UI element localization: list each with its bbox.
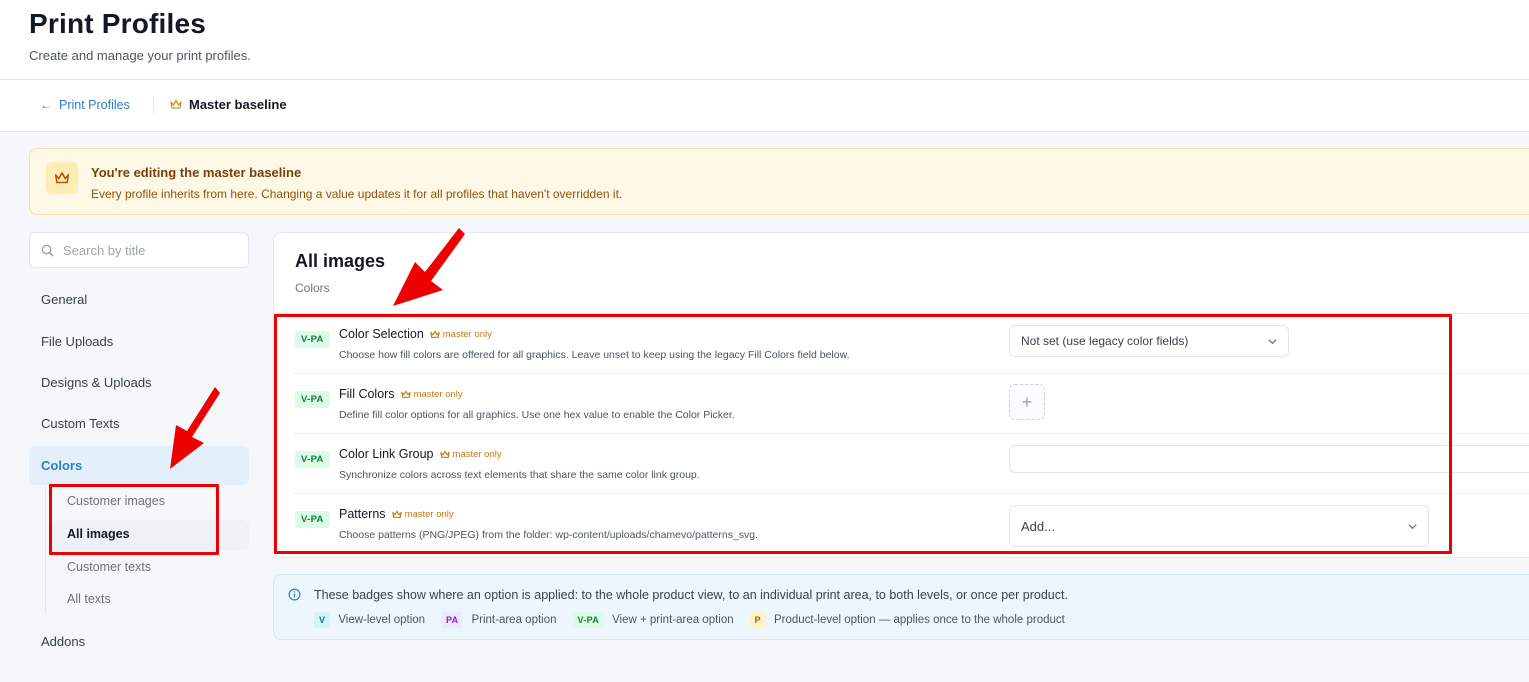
breadcrumb: ← Print Profiles Master baseline — [0, 80, 1529, 132]
crown-icon — [46, 162, 78, 194]
setting-title-text: Color Link Group — [339, 447, 434, 461]
master-baseline-banner: You're editing the master baseline Every… — [29, 148, 1529, 215]
back-link-label: Print Profiles — [59, 98, 130, 112]
info-icon — [288, 588, 301, 601]
multiselect-placeholder: Add... — [1021, 518, 1055, 534]
master-only-label: master only — [452, 448, 502, 460]
setting-title: Patterns master only — [339, 507, 454, 521]
sidebar-item-custom-texts[interactable]: Custom Texts — [41, 416, 120, 431]
dropdown-value: Not set (use legacy color fields) — [1021, 334, 1189, 348]
breadcrumb-divider — [153, 97, 154, 115]
setting-description: Choose patterns (PNG/JPEG) from the fold… — [339, 529, 759, 541]
info-text: These badges show where an option is app… — [314, 588, 1068, 602]
legend-badge-vpa: V-PA — [572, 612, 605, 628]
sidebar-item-file-uploads[interactable]: File Uploads — [41, 334, 113, 349]
setting-title: Color Selection master only — [339, 327, 492, 341]
setting-row-fill-colors: V-PA Fill Colors master only Define fill… — [274, 374, 1529, 434]
panel-subtitle: Colors — [295, 281, 330, 295]
setting-title-text: Fill Colors — [339, 387, 395, 401]
master-only-tag: master only — [430, 329, 492, 340]
legend-badge-v: V — [314, 612, 331, 628]
settings-panel: All images Colors V-PA Color Selection m… — [273, 232, 1529, 558]
subnav-item-all-texts[interactable]: All texts — [67, 592, 111, 606]
banner-title: You're editing the master baseline — [91, 165, 302, 180]
setting-title-text: Patterns — [339, 507, 386, 521]
subnav-item-customer-texts[interactable]: Customer texts — [67, 560, 151, 574]
patterns-multiselect[interactable]: Add... — [1009, 505, 1429, 547]
sidebar-item-colors[interactable]: Colors — [29, 446, 249, 485]
chevron-down-icon — [1268, 339, 1277, 345]
legend-label: View + print-area option — [612, 614, 734, 626]
page-subtitle: Create and manage your print profiles. — [29, 48, 251, 63]
setting-row-color-selection: V-PA Color Selection master only Choose … — [274, 314, 1529, 374]
panel-title: All images — [295, 251, 386, 271]
sidebar-item-general[interactable]: General — [41, 292, 87, 307]
breadcrumb-current: Master baseline — [170, 97, 287, 112]
setting-description: Synchronize colors across text elements … — [339, 469, 700, 481]
subnav-item-customer-images[interactable]: Customer images — [67, 494, 165, 508]
setting-description: Choose how fill colors are offered for a… — [339, 349, 850, 361]
crown-icon — [400, 390, 411, 398]
legend-badge-p: P — [749, 612, 766, 628]
legend-label: Print-area option — [471, 614, 557, 626]
master-only-label: master only — [413, 388, 463, 400]
arrow-left-icon: ← — [40, 98, 52, 112]
master-only-tag: master only — [400, 388, 463, 400]
master-only-label: master only — [442, 328, 492, 340]
setting-title: Color Link Group master only — [339, 447, 502, 461]
color-link-group-input[interactable] — [1009, 445, 1529, 473]
add-fill-color-button[interactable]: + — [1009, 384, 1045, 420]
vpa-badge: V-PA — [295, 331, 330, 348]
crown-icon — [170, 99, 182, 109]
setting-description: Define fill color options for all graphi… — [339, 409, 735, 421]
sidebar-item-designs-uploads[interactable]: Designs & Uploads — [41, 375, 152, 390]
legend-label: Product-level option — applies once to t… — [773, 614, 1065, 626]
badge-legend: V View-level option PA Print-area option… — [314, 612, 1081, 628]
legend-label: View-level option — [338, 614, 426, 626]
vpa-badge: V-PA — [295, 391, 330, 408]
breadcrumb-current-label: Master baseline — [189, 97, 287, 112]
search-field[interactable] — [29, 232, 249, 268]
crown-icon — [439, 450, 450, 458]
chevron-down-icon — [1408, 524, 1417, 530]
setting-title: Fill Colors master only — [339, 387, 463, 401]
crown-icon — [391, 510, 402, 518]
page-title: Print Profiles — [29, 8, 207, 39]
subnav-divider — [45, 486, 46, 614]
setting-title-text: Color Selection — [339, 327, 424, 341]
page-header: Print Profiles Create and manage your pr… — [0, 0, 1529, 80]
legend-badge-pa: PA — [441, 612, 464, 628]
vpa-badge: V-PA — [295, 511, 330, 528]
plus-icon: + — [1021, 391, 1033, 412]
back-link[interactable]: ← Print Profiles — [40, 98, 130, 112]
master-only-label: master only — [404, 508, 454, 520]
crown-icon — [430, 330, 440, 338]
search-input[interactable] — [63, 242, 233, 258]
master-only-tag: master only — [439, 448, 502, 460]
color-selection-dropdown[interactable]: Not set (use legacy color fields) — [1009, 325, 1289, 357]
search-icon — [41, 244, 54, 257]
setting-row-patterns: V-PA Patterns master only Choose pattern… — [274, 494, 1529, 554]
vpa-badge: V-PA — [295, 451, 330, 468]
banner-text: Every profile inherits from here. Changi… — [91, 187, 623, 201]
master-only-tag: master only — [391, 508, 454, 520]
setting-row-color-link-group: V-PA Color Link Group master only Synchr… — [274, 434, 1529, 494]
badge-legend-info: These badges show where an option is app… — [273, 574, 1529, 640]
sidebar-item-colors-label: Colors — [41, 458, 83, 473]
sidebar-item-addons[interactable]: Addons — [41, 634, 85, 649]
subnav-item-all-images[interactable]: All images — [67, 527, 130, 541]
